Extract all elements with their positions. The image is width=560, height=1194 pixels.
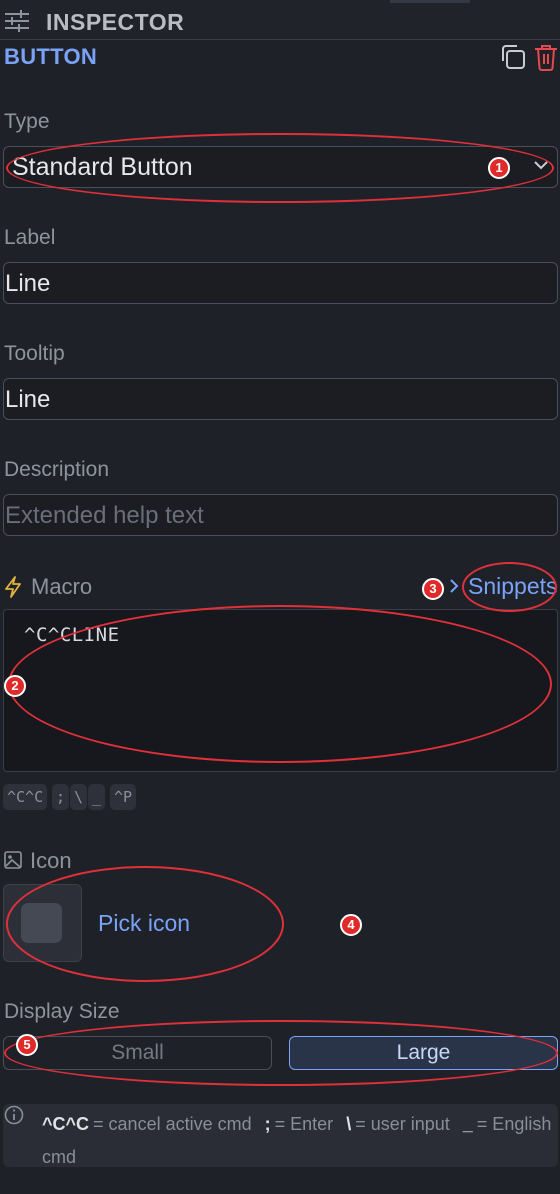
description-label: Description bbox=[4, 458, 110, 481]
help-key: \ bbox=[346, 1114, 352, 1134]
macro-label: Macro bbox=[31, 574, 93, 599]
macro-chip[interactable]: _ bbox=[88, 784, 106, 810]
icon-preview-placeholder bbox=[21, 903, 62, 943]
inspector-title: INSPECTOR bbox=[46, 9, 185, 35]
tooltip-input[interactable] bbox=[3, 378, 558, 420]
help-desc: = Enter bbox=[274, 1114, 334, 1134]
annotation-badge: 3 bbox=[422, 578, 444, 600]
pick-icon-button[interactable]: Pick icon bbox=[98, 910, 190, 937]
icon-label: Icon bbox=[30, 848, 72, 873]
bolt-icon bbox=[5, 576, 21, 598]
sliders-icon bbox=[5, 10, 29, 32]
trash-icon[interactable] bbox=[534, 43, 558, 71]
annotation-badge: 5 bbox=[16, 1034, 38, 1056]
chevron-right-icon bbox=[450, 579, 459, 593]
annotation-badge: 1 bbox=[488, 157, 510, 179]
macro-help-text: ^C^C = cancel active cmd ; = Enter \ = user… bbox=[42, 1108, 552, 1174]
annotation-badge: 4 bbox=[340, 914, 362, 936]
macro-chip[interactable]: ^C^C bbox=[3, 784, 48, 810]
label-input[interactable] bbox=[3, 262, 558, 304]
section-title: BUTTON bbox=[4, 44, 98, 69]
macro-chip[interactable]: ; bbox=[52, 784, 70, 810]
tooltip-label: Tooltip bbox=[4, 342, 65, 365]
snippets-link[interactable]: Snippets bbox=[468, 573, 558, 600]
display-size-label: Display Size bbox=[4, 1000, 120, 1023]
info-icon bbox=[4, 1105, 24, 1125]
size-large-button[interactable]: Large bbox=[289, 1036, 558, 1070]
copy-icon[interactable] bbox=[500, 44, 526, 70]
help-key: ^C^C bbox=[42, 1114, 90, 1134]
header-tab-indicator bbox=[390, 0, 470, 3]
macro-chip[interactable]: ^P bbox=[110, 784, 137, 810]
label-input-value: Line bbox=[5, 270, 51, 297]
tooltip-input-value: Line bbox=[5, 386, 51, 413]
macro-editor-value: ^C^CLINE bbox=[24, 624, 120, 646]
help-desc: = cancel active cmd bbox=[93, 1114, 252, 1134]
help-key: _ bbox=[462, 1114, 473, 1134]
chevron-down-icon bbox=[534, 161, 548, 170]
image-icon bbox=[4, 851, 22, 869]
label-label: Label bbox=[4, 226, 56, 249]
help-desc: = user input bbox=[355, 1114, 450, 1134]
annotation-badge: 2 bbox=[4, 675, 26, 697]
help-key: ; bbox=[264, 1114, 271, 1134]
macro-chip[interactable]: \ bbox=[70, 784, 88, 810]
type-label: Type bbox=[4, 110, 50, 133]
size-small-button[interactable]: Small bbox=[3, 1036, 272, 1070]
type-select-value: Standard Button bbox=[12, 153, 193, 181]
description-placeholder: Extended help text bbox=[5, 502, 204, 529]
